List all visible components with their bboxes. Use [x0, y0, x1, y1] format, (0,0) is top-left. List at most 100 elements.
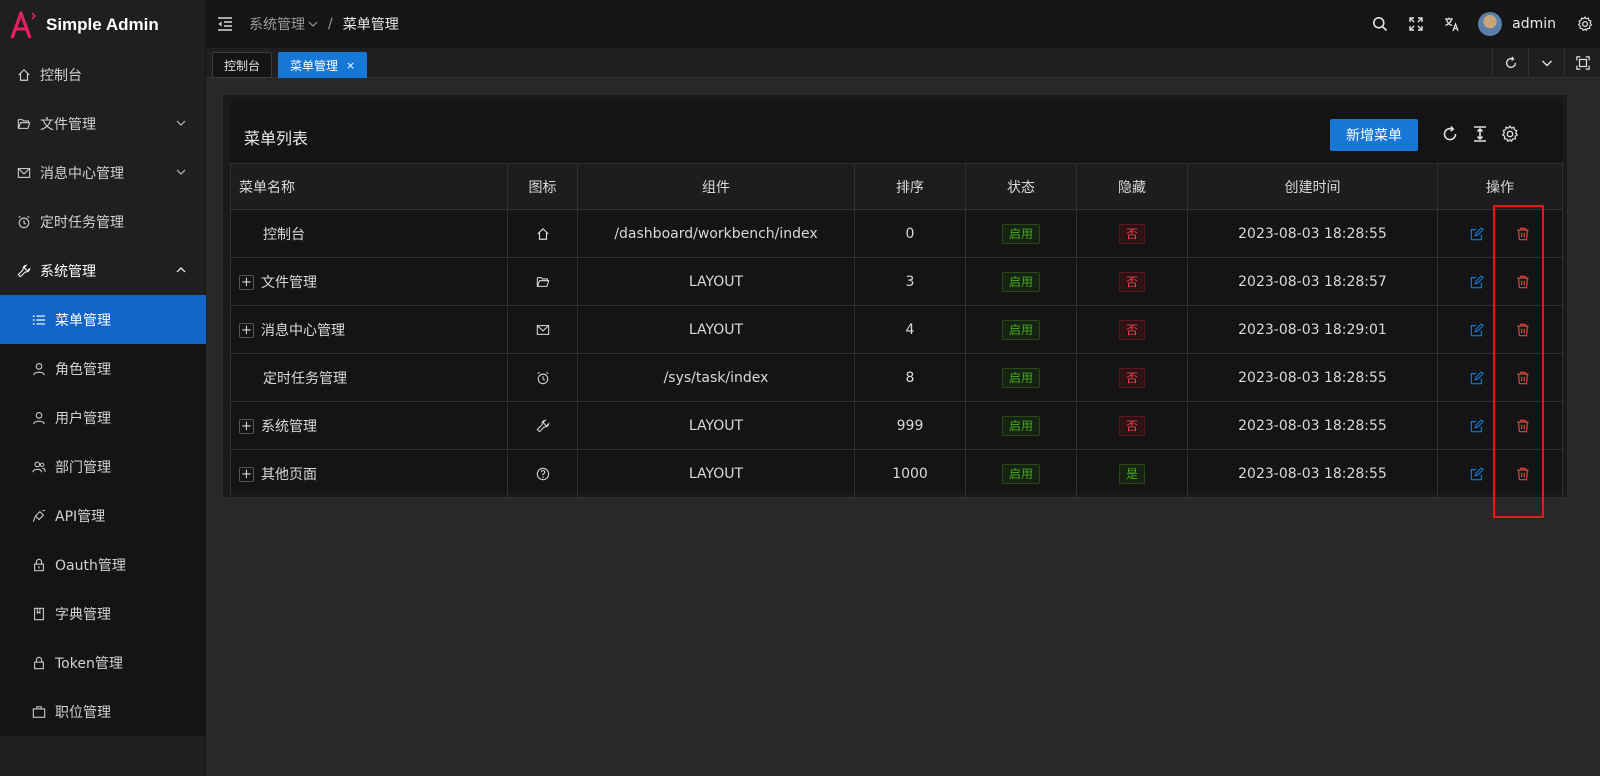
cell-component: /sys/task/index — [577, 353, 855, 402]
column-header-sort[interactable]: 排序 — [854, 163, 966, 210]
table-refresh-button[interactable] — [1439, 123, 1461, 145]
sidebar-item-files[interactable]: 文件管理 — [0, 99, 206, 148]
column-height-icon — [1474, 126, 1486, 142]
sidebar-item-system[interactable]: 系统管理 — [0, 246, 206, 295]
add-menu-button[interactable]: 新增菜单 — [1330, 119, 1418, 151]
cell-created: 2023-08-03 18:28:55 — [1187, 209, 1438, 258]
chevron-up-icon — [176, 267, 186, 273]
sidebar-item-dictionary[interactable]: 字典管理 — [0, 589, 206, 638]
breadcrumb-parent[interactable]: 系统管理 — [249, 14, 318, 34]
question-icon — [536, 467, 549, 480]
cell-actions — [1437, 305, 1563, 354]
cell-actions — [1437, 257, 1563, 306]
column-header-status[interactable]: 状态 — [965, 163, 1077, 210]
sidebar-item-positions[interactable]: 职位管理 — [0, 687, 206, 736]
expand-button[interactable]: + — [239, 419, 254, 434]
column-header-name[interactable]: 菜单名称 — [230, 163, 508, 210]
table-settings-button[interactable] — [1499, 123, 1521, 145]
table-row: + 消息中心管理 LAYOUT 4 启用 否 2023-08-03 18:29:0… — [230, 305, 1563, 354]
cell-hidden: 是 — [1076, 449, 1188, 498]
search-icon — [1373, 17, 1388, 32]
edit-icon[interactable] — [1470, 274, 1484, 289]
sidebar-item-departments[interactable]: 部门管理 — [0, 442, 206, 491]
cell-hidden: 否 — [1076, 209, 1188, 258]
top-header: 系统管理 / 菜单管理 admin — [206, 0, 1600, 48]
sidebar-item-users[interactable]: 用户管理 — [0, 393, 206, 442]
breadcrumb-current: 菜单管理 — [342, 17, 399, 33]
cell-status: 启用 — [965, 401, 1077, 450]
tabs-bar: 控制台 菜单管理 × — [206, 48, 1600, 78]
sidebar-item-dashboard[interactable]: 控制台 — [0, 50, 206, 99]
sidebar-item-token[interactable]: Token管理 — [0, 638, 206, 687]
menu-fold-icon[interactable] — [216, 15, 234, 33]
close-icon[interactable]: × — [346, 59, 355, 72]
refresh-icon — [1443, 126, 1457, 141]
cell-sort: 999 — [854, 401, 966, 450]
briefcase-icon — [32, 705, 46, 718]
edit-icon[interactable] — [1470, 322, 1484, 337]
api-icon — [32, 509, 45, 522]
sidebar-item-menu-mgmt[interactable]: 菜单管理 — [0, 295, 206, 344]
card-title: 菜单列表 — [244, 129, 309, 148]
column-header-hidden[interactable]: 隐藏 — [1076, 163, 1188, 210]
menu-name: 文件管理 — [261, 274, 317, 291]
search-button[interactable] — [1362, 0, 1398, 48]
cell-component: LAYOUT — [577, 449, 855, 498]
tab-dashboard[interactable]: 控制台 — [212, 52, 273, 78]
cell-hidden: 否 — [1076, 401, 1188, 450]
sidebar-item-api[interactable]: API管理 — [0, 491, 206, 540]
settings-button[interactable] — [1570, 0, 1600, 48]
status-badge: 启用 — [1001, 463, 1040, 484]
column-header-icon[interactable]: 图标 — [507, 163, 578, 210]
tab-dropdown-button[interactable] — [1528, 48, 1564, 78]
fullscreen-button[interactable] — [1398, 0, 1434, 48]
app-name: Simple Admin — [46, 15, 159, 34]
cell-created: 2023-08-03 18:28:55 — [1187, 353, 1438, 402]
edit-icon[interactable] — [1470, 418, 1484, 433]
sidebar-item-label: 文件管理 — [40, 116, 96, 133]
table-density-button[interactable] — [1469, 123, 1491, 145]
column-header-created[interactable]: 创建时间 — [1187, 163, 1438, 210]
avatar[interactable] — [1478, 12, 1503, 36]
sidebar-item-roles[interactable]: 角色管理 — [0, 344, 206, 393]
cell-created: 2023-08-03 18:29:01 — [1187, 305, 1438, 354]
cell-component: LAYOUT — [577, 401, 855, 450]
sidebar-item-label: 角色管理 — [55, 361, 111, 378]
menu-name: 消息中心管理 — [261, 322, 345, 339]
cell-actions — [1437, 209, 1563, 258]
breadcrumb: 系统管理 / 菜单管理 — [249, 14, 399, 34]
tab-fold-button[interactable] — [1564, 48, 1600, 78]
fullscreen-icon — [1409, 17, 1423, 31]
edit-icon[interactable] — [1470, 370, 1484, 385]
cell-hidden: 否 — [1076, 257, 1188, 306]
delete-icon[interactable] — [1516, 227, 1530, 241]
delete-icon[interactable] — [1516, 323, 1530, 337]
delete-icon[interactable] — [1516, 371, 1530, 385]
sidebar-item-label: Oauth管理 — [55, 557, 126, 574]
tool-icon — [536, 419, 549, 432]
cell-component: LAYOUT — [577, 257, 855, 306]
logo[interactable]: Simple Admin — [0, 0, 205, 50]
sidebar-item-messages[interactable]: 消息中心管理 — [0, 148, 206, 197]
sidebar-item-oauth[interactable]: Oauth管理 — [0, 540, 206, 589]
cell-sort: 0 — [854, 209, 966, 258]
expand-button[interactable]: + — [239, 467, 254, 482]
delete-icon[interactable] — [1516, 467, 1530, 481]
tab-menu-mgmt[interactable]: 菜单管理 × — [278, 52, 368, 78]
expand-button[interactable]: + — [239, 275, 254, 290]
tab-label: 控制台 — [224, 58, 261, 73]
cell-icon — [507, 305, 578, 354]
username[interactable]: admin — [1512, 16, 1556, 32]
breadcrumb-separator: / — [328, 16, 333, 32]
sidebar-item-tasks[interactable]: 定时任务管理 — [0, 197, 206, 246]
expand-button[interactable]: + — [239, 323, 254, 338]
hidden-badge: 否 — [1118, 415, 1145, 436]
language-button[interactable] — [1434, 0, 1470, 48]
delete-icon[interactable] — [1516, 275, 1530, 289]
edit-icon[interactable] — [1470, 226, 1484, 241]
column-header-component[interactable]: 组件 — [577, 163, 855, 210]
edit-icon[interactable] — [1470, 466, 1484, 481]
tool-icon — [17, 264, 31, 277]
tab-refresh-button[interactable] — [1492, 48, 1528, 78]
delete-icon[interactable] — [1516, 419, 1530, 433]
